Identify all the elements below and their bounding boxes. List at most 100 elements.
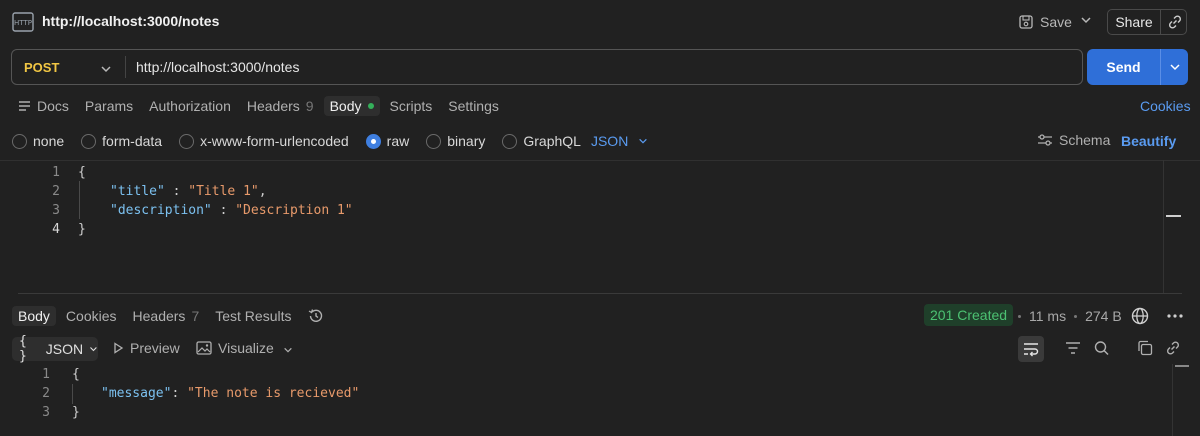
radio-label: x-www-form-urlencoded: [200, 133, 349, 149]
history-icon: [309, 309, 323, 322]
radio-form-data[interactable]: form-data: [81, 133, 162, 149]
cookies-link[interactable]: Cookies: [1140, 98, 1191, 114]
copy-link-button[interactable]: [1165, 340, 1181, 356]
scrollbar-thumb[interactable]: [1175, 365, 1189, 367]
schema-button[interactable]: Schema: [1037, 132, 1110, 148]
share-label: Share: [1115, 14, 1153, 30]
tab-label: Headers: [246, 98, 300, 114]
save-icon: [1019, 15, 1033, 29]
filter-button[interactable]: [1064, 340, 1082, 356]
url-input[interactable]: http://localhost:3000/notes: [136, 59, 299, 75]
response-meta: 11 ms 274 B: [1018, 308, 1122, 324]
top-bar: HTTP http://localhost:3000/notes Save Sh…: [0, 0, 1200, 44]
wrap-lines-button[interactable]: [1018, 336, 1044, 362]
send-button[interactable]: Send: [1087, 49, 1188, 85]
tab-settings[interactable]: Settings: [448, 98, 499, 114]
code-line: 1 {: [0, 163, 86, 182]
beautify-button[interactable]: Beautify: [1121, 133, 1176, 149]
radio-urlencoded[interactable]: x-www-form-urlencoded: [179, 133, 349, 149]
tab-label: Params: [84, 98, 134, 114]
tab-label: Scripts: [389, 98, 433, 114]
request-body-editor[interactable]: 1 { 2 "title" : "Title 1", 3 "descriptio…: [0, 160, 1200, 295]
save-button[interactable]: Save: [1018, 10, 1072, 34]
send-divider: [1160, 49, 1161, 85]
line-number: 2: [52, 184, 60, 199]
json-value: "Description 1": [235, 203, 353, 218]
filter-icon: [1066, 342, 1080, 354]
response-scrollbar[interactable]: [1172, 364, 1173, 436]
line-number: 1: [42, 367, 50, 382]
radio-circle: [12, 133, 27, 149]
visualize-label: Visualize: [218, 340, 274, 356]
radio-label: raw: [386, 133, 410, 149]
editor-scrollbar[interactable]: [1163, 160, 1164, 293]
response-size[interactable]: 274 B: [1085, 308, 1122, 324]
image-icon: [196, 341, 212, 355]
visualize-caret[interactable]: [283, 345, 293, 355]
separator-dot: [1074, 314, 1078, 318]
tab-response-body[interactable]: Body: [12, 306, 56, 326]
tab-response-cookies[interactable]: Cookies: [66, 308, 117, 324]
scrollbar-thumb[interactable]: [1166, 215, 1181, 217]
json-comma: ,: [258, 184, 267, 199]
share-button[interactable]: Share: [1107, 9, 1187, 35]
body-format-select[interactable]: JSON: [591, 133, 648, 149]
tab-body[interactable]: Body: [323, 96, 380, 116]
tab-params[interactable]: Params: [85, 98, 133, 114]
search-icon: [1094, 341, 1109, 356]
request-title[interactable]: http://localhost:3000/notes: [42, 13, 219, 29]
tab-docs[interactable]: Docs: [18, 98, 69, 114]
pane-divider[interactable]: [18, 293, 1182, 294]
more-options-button[interactable]: [1166, 313, 1184, 319]
radio-raw[interactable]: raw: [365, 133, 410, 149]
line-number: 3: [52, 203, 60, 218]
response-time[interactable]: 11 ms: [1029, 308, 1066, 324]
preview-label: Preview: [130, 340, 180, 356]
search-button[interactable]: [1093, 340, 1111, 356]
code-line: 2 "message": "The note is recieved": [0, 384, 359, 403]
radio-graphql[interactable]: GraphQL: [502, 133, 581, 149]
radio-binary[interactable]: binary: [426, 133, 485, 149]
tab-authorization[interactable]: Authorization: [149, 98, 231, 114]
preview-button[interactable]: Preview: [112, 340, 180, 356]
tab-label: Headers: [132, 308, 186, 324]
tab-test-results[interactable]: Test Results: [215, 308, 291, 324]
tab-label: Docs: [37, 98, 69, 114]
chevron-down-icon[interactable]: [1169, 61, 1181, 73]
chevron-down-icon: [101, 66, 111, 73]
radio-none[interactable]: none: [12, 133, 64, 149]
tab-scripts[interactable]: Scripts: [390, 98, 433, 114]
json-separator: :: [171, 386, 188, 401]
code-text: {: [78, 165, 86, 180]
radio-circle: [81, 133, 97, 149]
code-text: }: [78, 222, 86, 237]
chevron-down-icon: [90, 347, 97, 352]
visualize-button[interactable]: Visualize: [196, 340, 274, 356]
body-format-label: JSON: [590, 133, 629, 149]
network-info-button[interactable]: [1130, 306, 1150, 326]
save-options-caret[interactable]: [1080, 14, 1092, 26]
method-select[interactable]: POST: [24, 60, 59, 75]
radio-label: binary: [447, 133, 486, 149]
tab-headers[interactable]: Headers 9: [247, 98, 314, 114]
tab-label: Authorization: [149, 98, 231, 114]
method-caret[interactable]: [100, 63, 112, 75]
tab-label: Body: [18, 308, 50, 324]
response-format-select[interactable]: { } JSON: [12, 334, 98, 364]
json-value: "Title 1": [188, 184, 259, 199]
globe-icon: [1131, 307, 1149, 325]
copy-button[interactable]: [1136, 340, 1154, 356]
line-number: 4: [52, 222, 60, 237]
response-tabs: Body Cookies Headers 7 Test Results: [12, 305, 341, 327]
body-set-indicator: [367, 103, 374, 109]
history-button[interactable]: [307, 307, 325, 325]
json-key: "description": [110, 203, 212, 218]
code-line: 3 }: [0, 403, 80, 422]
response-body-viewer[interactable]: 1 { 2 "message": "The note is recieved" …: [0, 364, 1170, 436]
link-icon[interactable]: [1167, 14, 1183, 30]
radio-circle: [426, 133, 442, 149]
save-label: Save: [1040, 14, 1072, 30]
braces-icon: { }: [19, 334, 27, 364]
tab-response-headers[interactable]: Headers 7: [133, 308, 200, 324]
request-tabs: Docs Params Authorization Headers 9 Body…: [18, 95, 515, 117]
